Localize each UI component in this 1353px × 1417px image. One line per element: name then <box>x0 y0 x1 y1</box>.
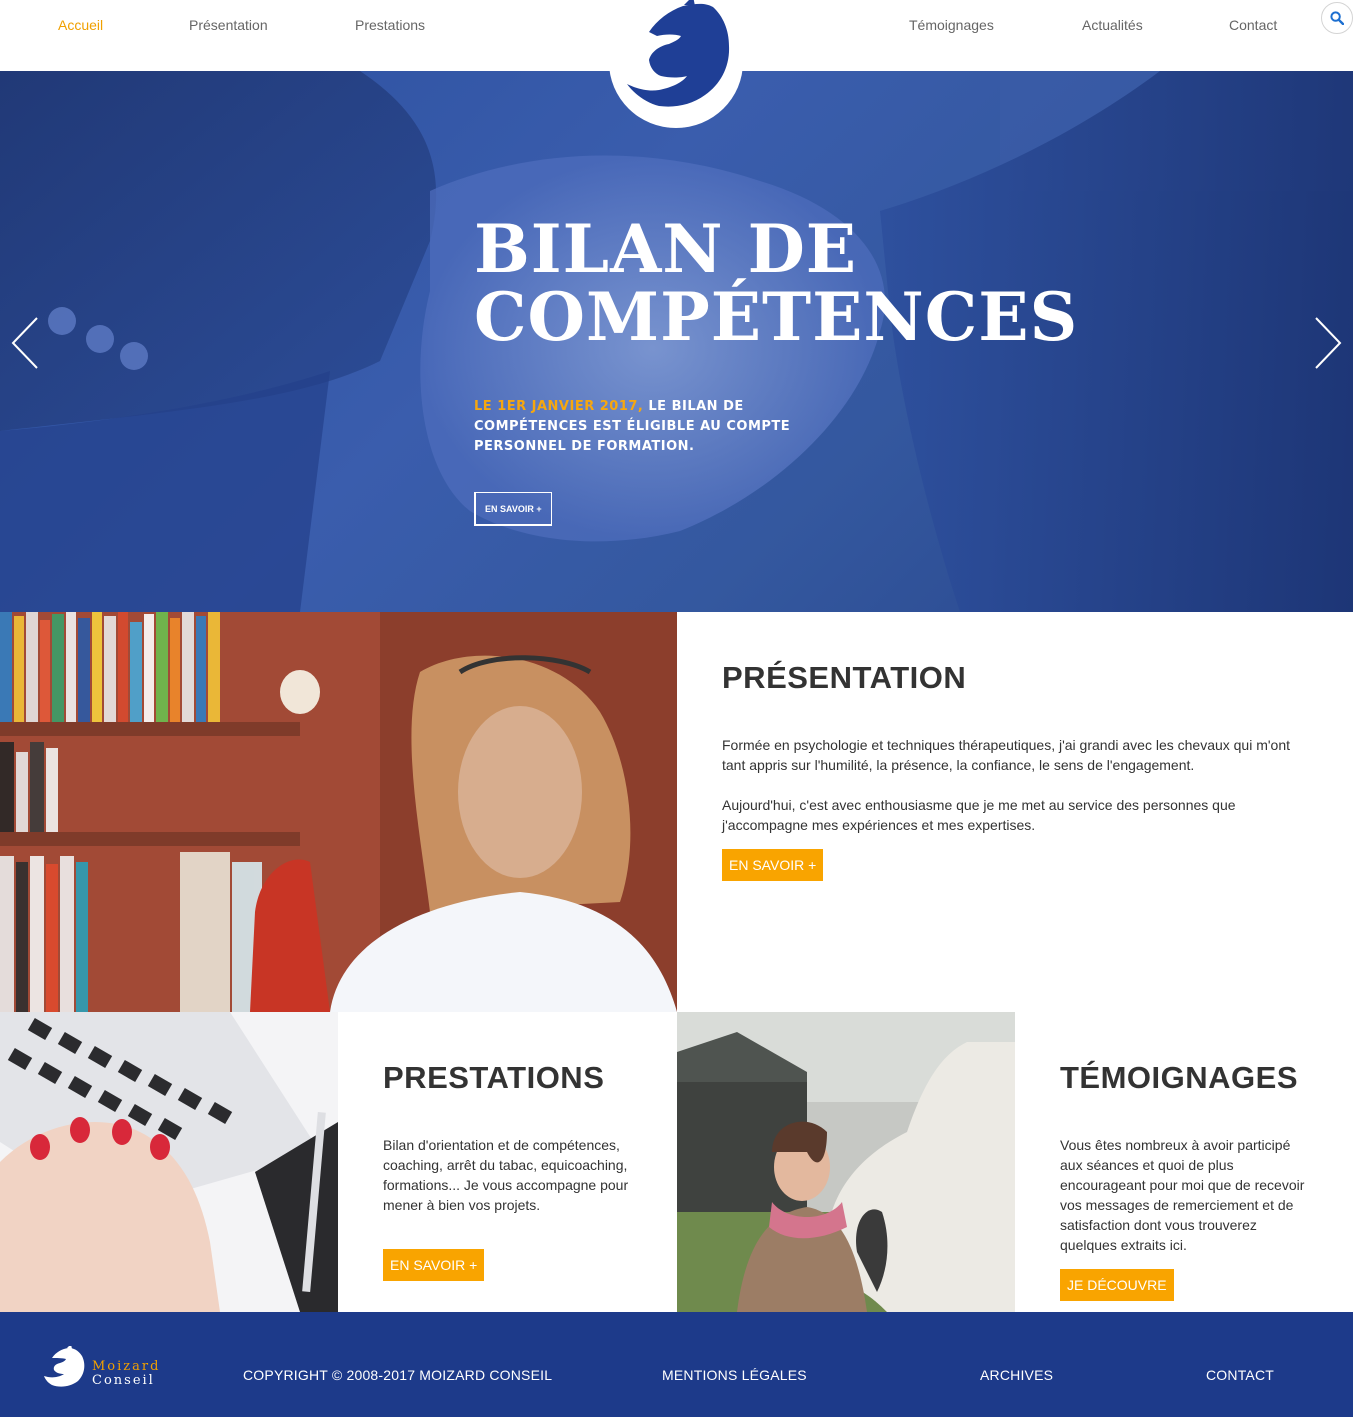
presentation-paragraph-2: Aujourd'hui, c'est avec enthousiasme que… <box>722 797 1236 833</box>
search-button[interactable] <box>1321 2 1353 34</box>
search-icon <box>1330 11 1344 25</box>
presentation-photo <box>0 612 677 1012</box>
nav-item-actualites[interactable]: Actualités <box>1082 17 1143 33</box>
presentation-paragraph-1: Formée en psychologie et techniques thér… <box>722 737 1291 773</box>
temoignages-title: TÉMOIGNAGES <box>1060 1060 1299 1095</box>
nav-item-accueil[interactable]: Accueil <box>58 17 103 33</box>
hero-title: BILAN DE COMPÉTENCES <box>474 215 1094 351</box>
footer-horse-logo-icon[interactable] <box>42 1346 86 1388</box>
nav-item-temoignages[interactable]: Témoignages <box>909 17 994 33</box>
chevron-right-icon[interactable] <box>1313 316 1343 370</box>
footer-link-legal[interactable]: MENTIONS LÉGALES <box>662 1367 807 1383</box>
horse-head-logo-icon <box>627 0 730 107</box>
site-logo[interactable] <box>609 0 743 128</box>
nav-item-prestations[interactable]: Prestations <box>355 17 425 33</box>
nav-item-presentation[interactable]: Présentation <box>189 17 268 33</box>
hero-subtitle: LE 1ER JANVIER 2017, LE BILAN DE COMPÉTE… <box>474 397 804 457</box>
footer-link-contact[interactable]: CONTACT <box>1206 1367 1274 1383</box>
laptop-hand-image <box>0 1012 338 1312</box>
temoignages-text: Vous êtes nombreux à avoir participé aux… <box>1060 1137 1305 1253</box>
temoignages-photo <box>677 1012 1015 1312</box>
woman-horse-image <box>677 1012 1015 1312</box>
temoignages-discover-button[interactable]: JE DÉCOUVRE <box>1060 1269 1174 1301</box>
nav-item-contact[interactable]: Contact <box>1229 17 1277 33</box>
footer-link-archives[interactable]: ARCHIVES <box>980 1367 1053 1383</box>
hero-learn-more-button[interactable]: EN SAVOIR + <box>474 492 552 526</box>
presentation-title: PRÉSENTATION <box>722 660 967 695</box>
footer-copyright: COPYRIGHT © 2008-2017 MOIZARD CONSEIL <box>243 1367 553 1383</box>
presentation-learn-more-button[interactable]: EN SAVOIR + <box>722 849 824 881</box>
hero-title-line1: BILAN DE <box>474 210 858 288</box>
hero-slider: BILAN DE COMPÉTENCES LE 1ER JANVIER 2017… <box>0 71 1353 612</box>
footer-logo-text-line2: Conseil <box>92 1373 155 1388</box>
chevron-left-icon[interactable] <box>10 316 40 370</box>
hero-subtitle-highlight: LE 1ER JANVIER 2017, <box>474 399 644 414</box>
portrait-image <box>0 612 677 1012</box>
prestations-title: PRESTATIONS <box>383 1060 605 1095</box>
prestations-photo <box>0 1012 338 1312</box>
footer-logo-text-line1: Moizard <box>92 1359 161 1374</box>
site-footer: Moizard Conseil COPYRIGHT © 2008-2017 MO… <box>0 1312 1353 1417</box>
hero-title-line2: COMPÉTENCES <box>474 278 1079 356</box>
prestations-learn-more-button[interactable]: EN SAVOIR + <box>383 1249 485 1281</box>
prestations-text: Bilan d'orientation et de compétences, c… <box>383 1137 629 1213</box>
